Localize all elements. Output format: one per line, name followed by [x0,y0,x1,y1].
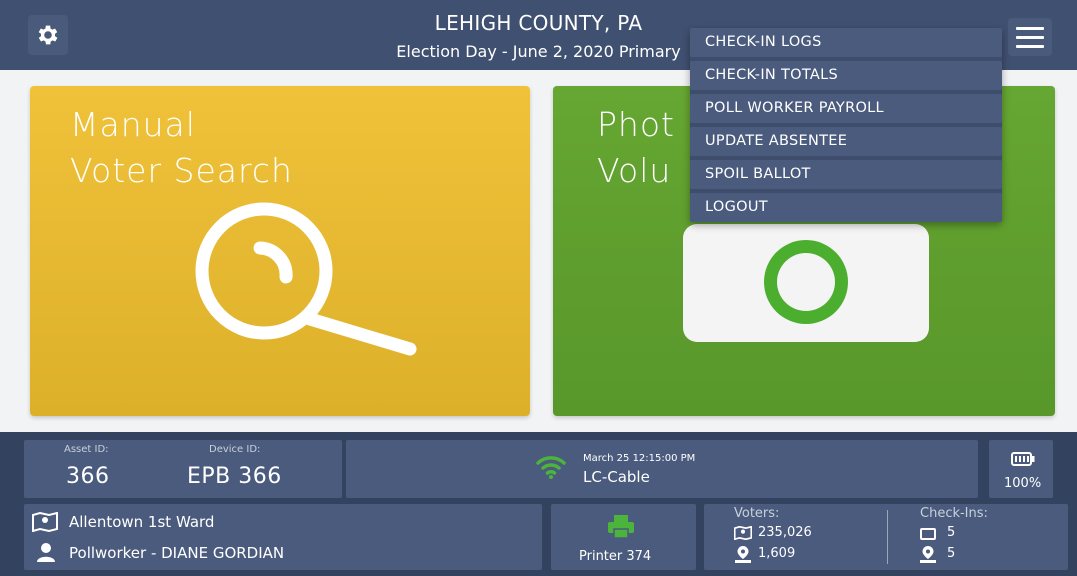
menu-button[interactable] [1008,18,1052,56]
status-footer: Asset ID: 366 Device ID: EPB 366 March 2… [0,432,1077,576]
map-icon [32,512,58,532]
menu-item-spoil-ballot[interactable]: SPOIL BALLOT [690,160,1002,189]
pin-icon [735,546,751,563]
pollworker-name: Pollworker - DIANE GORDIAN [69,544,285,562]
wifi-icon [536,456,566,479]
counts-divider [887,510,888,564]
asset-id-label: Asset ID: [64,444,109,455]
pin-icon [920,546,936,563]
user-icon [37,543,55,562]
map-icon [734,526,752,540]
camera-icon [683,224,929,342]
battery-level: 100% [1004,476,1042,491]
menu-item-logout[interactable]: LOGOUT [690,193,1002,222]
counts-panel: Voters: 235,026 1,609 Check-Ins: 5 5 [704,504,1068,570]
menu-item-check-in-logs[interactable]: CHECK-IN LOGS [690,28,1002,57]
battery-icon [1011,452,1035,466]
manual-voter-search-tile[interactable]: Manual Voter Search [30,86,530,416]
device-icon [920,528,936,540]
printer-name: Printer 374 [579,549,652,564]
menu-item-update-absentee[interactable]: UPDATE ABSENTEE [690,127,1002,156]
location-panel: Allentown 1st Ward Pollworker - DIANE GO… [24,504,542,570]
device-id-value: EPB 366 [187,464,282,489]
menu-item-poll-worker-payroll[interactable]: POLL WORKER PAYROLL [690,94,1002,123]
checkins-label: Check-Ins: [920,506,988,521]
checkins-location-count: 5 [947,546,956,561]
hamburger-icon [1016,26,1044,30]
manual-tile-label: Manual Voter Search [70,105,293,190]
main-menu-dropdown: CHECK-IN LOGS CHECK-IN TOTALS POLL WORKE… [690,28,1002,222]
location-name: Allentown 1st Ward [69,513,215,531]
battery-panel: 100% [989,440,1053,498]
voters-ward-count: 235,026 [758,525,812,540]
printer-panel[interactable]: Printer 374 [551,504,696,570]
menu-item-check-in-totals[interactable]: CHECK-IN TOTALS [690,61,1002,90]
printer-icon [608,515,634,539]
magnifier-icon [195,202,417,356]
photo-tile-label: Phot Volu [597,105,675,190]
device-id-label: Device ID: [209,444,261,455]
checkins-device-count: 5 [947,525,956,540]
device-info-panel: Asset ID: 366 Device ID: EPB 366 [24,440,342,498]
datetime-text: March 25 12:15:00 PM [583,453,696,464]
voters-location-count: 1,609 [758,546,796,561]
voters-label: Voters: [734,506,780,521]
network-name: LC-Cable [583,468,650,486]
asset-id-value: 366 [66,464,110,489]
network-panel: March 25 12:15:00 PM LC-Cable [346,440,978,498]
